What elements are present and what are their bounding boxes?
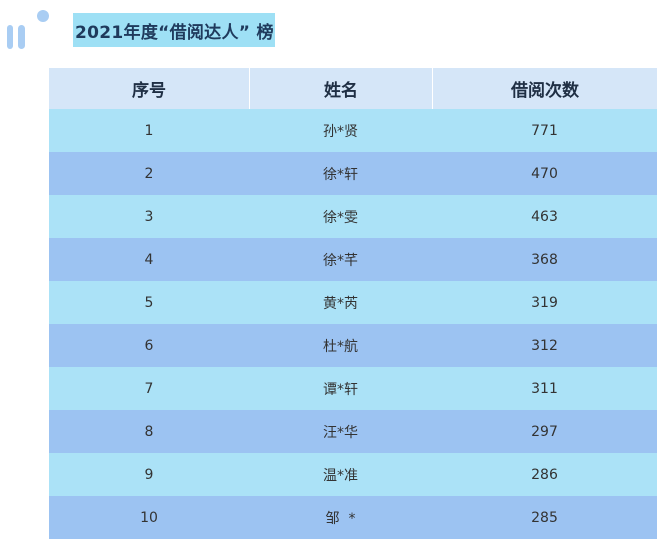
- count-cell: 368: [531, 251, 558, 268]
- name-cell: 杜*航: [323, 338, 358, 355]
- header-count: 借阅次数: [432, 68, 657, 109]
- name-cell: 孙*贤: [323, 123, 358, 140]
- table-row: 4 徐*芊 368: [49, 238, 657, 281]
- decoration-icon: [0, 0, 60, 60]
- count-cell: 470: [531, 165, 558, 182]
- rank-cell: 5: [144, 294, 154, 311]
- count-cell: 297: [531, 423, 558, 440]
- rank-cell: 7: [144, 380, 154, 397]
- decoration-dot: [37, 10, 49, 22]
- decoration-bar-left: [7, 25, 13, 49]
- page-title: 2021年度“借阅达人” 榜: [75, 22, 274, 43]
- name-cell: 谭*轩: [323, 381, 358, 398]
- rank-cell: 10: [140, 509, 158, 526]
- ranking-table: 序号 姓名 借阅次数 1 孙*贤 771 2 徐*轩 470 3 徐*雯 463…: [49, 68, 657, 539]
- table-row: 7 谭*轩 311: [49, 367, 657, 410]
- count-cell: 312: [531, 337, 558, 354]
- table-row: 1 孙*贤 771: [49, 109, 657, 152]
- rank-cell: 9: [144, 466, 154, 483]
- table-row: 2 徐*轩 470: [49, 152, 657, 195]
- count-cell: 311: [531, 380, 558, 397]
- count-cell: 463: [531, 208, 558, 225]
- table-row: 9 温*准 286: [49, 453, 657, 496]
- rank-cell: 4: [144, 251, 154, 268]
- table-row: 5 黄*芮 319: [49, 281, 657, 324]
- table-row: 6 杜*航 312: [49, 324, 657, 367]
- rank-cell: 6: [144, 337, 154, 354]
- decoration-bar-right: [18, 25, 25, 49]
- name-cell: 黄*芮: [323, 295, 358, 312]
- count-cell: 286: [531, 466, 558, 483]
- rank-cell: 8: [144, 423, 154, 440]
- rank-cell: 3: [144, 208, 154, 225]
- header-rank: 序号: [132, 81, 166, 101]
- page: 2021年度“借阅达人” 榜 序号 姓名 借阅次数 1 孙*贤 771 2 徐*…: [0, 0, 662, 544]
- name-cell: 邹 *: [325, 510, 356, 527]
- count-cell: 319: [531, 294, 558, 311]
- name-cell: 汪*华: [323, 424, 358, 441]
- table-row: 8 汪*华 297: [49, 410, 657, 453]
- rank-cell: 2: [144, 165, 154, 182]
- name-cell: 徐*芊: [323, 252, 358, 269]
- title-banner: 2021年度“借阅达人” 榜: [73, 13, 275, 47]
- table-row: 10 邹 * 285: [49, 496, 657, 539]
- count-cell: 285: [531, 509, 558, 526]
- name-cell: 温*准: [323, 467, 358, 484]
- table-row: 3 徐*雯 463: [49, 195, 657, 238]
- header-name: 姓名: [249, 68, 432, 109]
- count-cell: 771: [531, 122, 558, 139]
- name-cell: 徐*雯: [323, 209, 358, 226]
- table-header: 序号 姓名 借阅次数: [49, 68, 657, 109]
- rank-cell: 1: [144, 122, 154, 139]
- name-cell: 徐*轩: [323, 166, 358, 183]
